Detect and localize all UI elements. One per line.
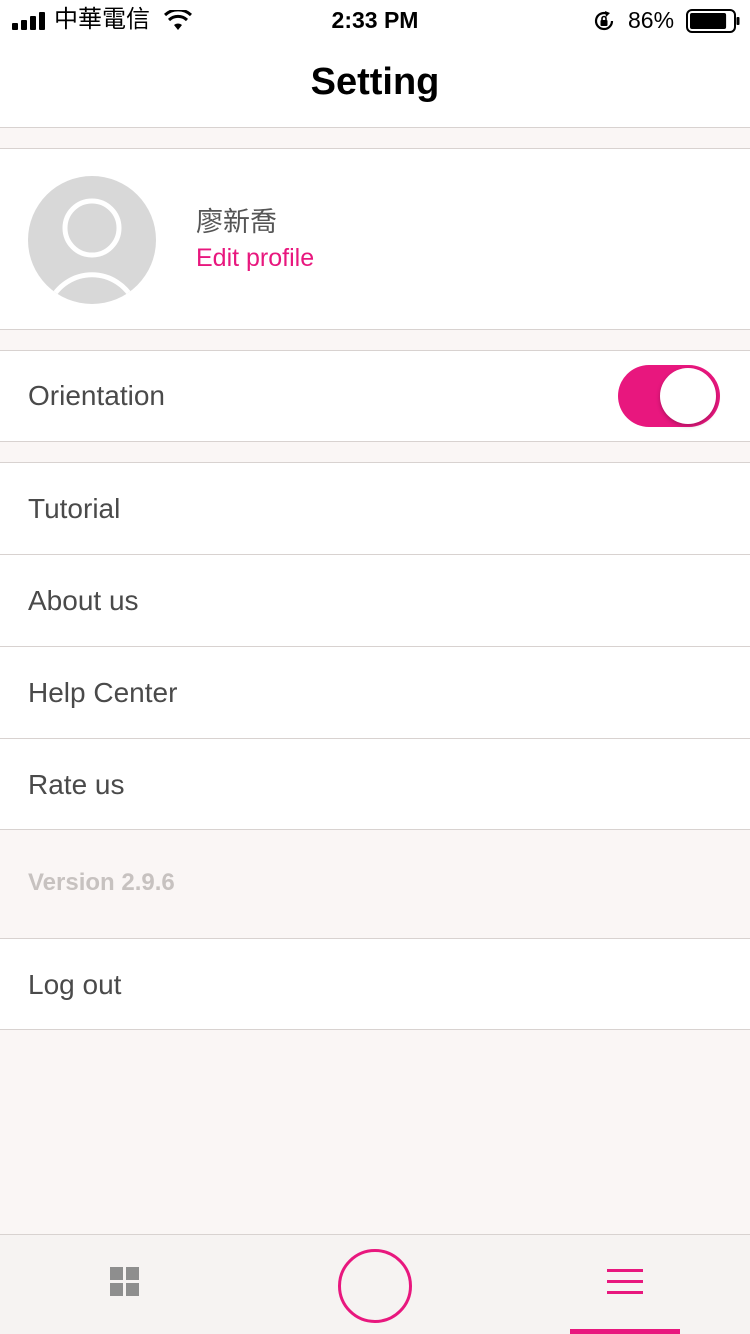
battery-percent: 86% (628, 7, 675, 33)
grid-icon (110, 1267, 140, 1297)
menu-item-label: Rate us (28, 769, 125, 800)
tab-grid[interactable] (60, 1235, 190, 1334)
tab-bar (0, 1234, 750, 1334)
tab-center[interactable] (310, 1235, 440, 1334)
user-avatar-icon[interactable] (28, 176, 156, 304)
edit-profile-link[interactable]: Edit profile (196, 243, 314, 273)
hamburger-menu-icon (607, 1269, 643, 1295)
user-name: 廖新喬 (196, 207, 277, 237)
toggle-knob (660, 368, 716, 424)
orientation-label: Orientation (28, 380, 165, 411)
orientation-row: Orientation (0, 350, 750, 442)
status-bar: 中華電信 2:33 PM 86% (0, 0, 750, 40)
orientation-toggle[interactable] (618, 365, 720, 427)
tab-menu[interactable] (570, 1235, 680, 1334)
logout-button[interactable]: Log out (0, 938, 750, 1030)
menu-item-tutorial[interactable]: Tutorial (0, 463, 750, 555)
rotation-lock-icon (594, 11, 614, 31)
menu-item-label: Tutorial (28, 493, 121, 524)
menu-item-label: About us (28, 585, 139, 616)
battery-icon (686, 9, 740, 33)
app-version: Version 2.9.6 (28, 869, 175, 896)
circle-icon (338, 1249, 412, 1323)
menu-item-about-us[interactable]: About us (0, 555, 750, 647)
profile-section: 廖新喬 Edit profile (0, 148, 750, 330)
menu-item-label: Help Center (28, 677, 178, 708)
logout-label: Log out (28, 969, 122, 1000)
navigation-bar: Setting (0, 40, 750, 128)
menu-item-rate-us[interactable]: Rate us (0, 739, 750, 831)
active-tab-indicator (570, 1329, 680, 1334)
settings-screen: 中華電信 2:33 PM 86% Setting 廖新喬 Edit profil… (0, 0, 750, 1334)
page-title: Setting (310, 61, 440, 103)
menu-item-help-center[interactable]: Help Center (0, 647, 750, 739)
settings-menu: Tutorial About us Help Center Rate us (0, 462, 750, 830)
